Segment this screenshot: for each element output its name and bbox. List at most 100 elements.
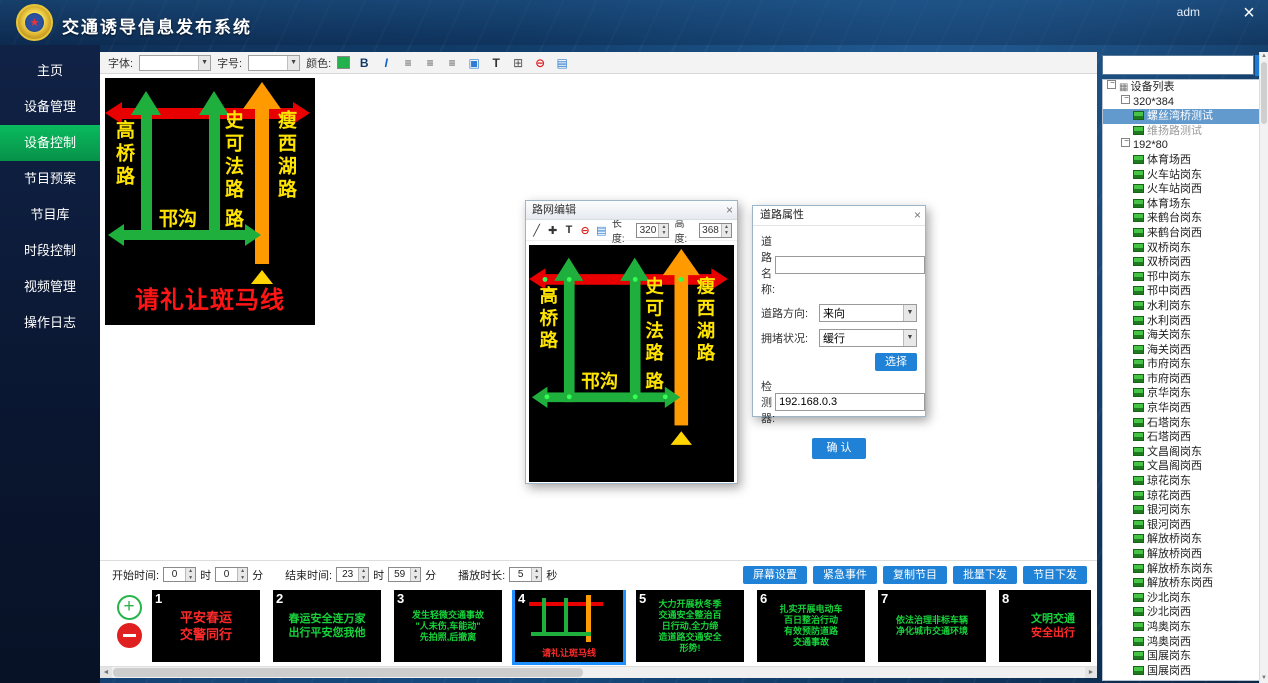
stepper-arrows[interactable]: ▲▼ xyxy=(237,568,247,581)
stepper-arrows[interactable]: ▲▼ xyxy=(358,568,368,581)
start-hour-stepper[interactable]: 0 ▲▼ xyxy=(163,567,196,582)
color-swatch[interactable] xyxy=(337,56,350,69)
device-item[interactable]: 来鹤台岗西 xyxy=(1103,226,1265,241)
device-item[interactable]: 体育场西 xyxy=(1103,153,1265,168)
horizontal-scrollbar[interactable]: ◄ ► xyxy=(100,666,1097,678)
stepper-arrows[interactable]: ▲▼ xyxy=(531,568,541,581)
device-item[interactable]: 解放桥岗西 xyxy=(1103,547,1265,562)
device-item[interactable]: 琼花岗东 xyxy=(1103,474,1265,489)
align-right-icon[interactable]: ≡ xyxy=(444,56,460,70)
device-item[interactable]: 沙北岗西 xyxy=(1103,605,1265,620)
device-item[interactable]: 石塔岗东 xyxy=(1103,416,1265,431)
road-network-canvas[interactable]: 高桥路 史可法路 瘦西湖路 邗沟 路 请礼让斑马线 xyxy=(529,245,734,482)
select-button[interactable]: 选择 xyxy=(875,353,917,371)
device-item[interactable]: 双桥岗西 xyxy=(1103,255,1265,270)
align-center-icon[interactable]: ≡ xyxy=(422,56,438,70)
stepper-arrows[interactable]: ▲▼ xyxy=(658,224,668,237)
detector-field[interactable] xyxy=(775,393,925,411)
device-item[interactable]: 市府岗西 xyxy=(1103,372,1265,387)
add-node-icon[interactable]: ✚ xyxy=(547,224,558,237)
device-item[interactable]: 市府岗东 xyxy=(1103,357,1265,372)
copy-program-button[interactable]: 复制节目 xyxy=(883,566,947,584)
congestion-select[interactable]: 缓行 ▼ xyxy=(819,329,917,347)
font-size-select[interactable]: ▼ xyxy=(248,55,300,71)
edit-handle[interactable] xyxy=(633,394,638,399)
device-item[interactable]: 京华岗西 xyxy=(1103,401,1265,416)
scroll-down-icon[interactable]: ▼ xyxy=(1260,674,1268,683)
tree-group-192x80[interactable]: 192*80 xyxy=(1103,138,1265,153)
edit-handle[interactable] xyxy=(633,277,638,282)
save-icon[interactable]: ▤ xyxy=(596,224,607,237)
delete-icon[interactable]: ⊖ xyxy=(580,224,591,237)
device-item[interactable]: 石塔岗西 xyxy=(1103,430,1265,445)
scroll-up-icon[interactable]: ▲ xyxy=(1260,52,1268,61)
sidebar-item-home[interactable]: 主页 xyxy=(0,53,100,89)
device-item[interactable]: 琼花岗西 xyxy=(1103,489,1265,504)
arrow-down-icon[interactable]: ▼ xyxy=(532,575,541,582)
confirm-button[interactable]: 确 认 xyxy=(812,438,865,459)
playlist-item-8[interactable]: 8 文明交通安全出行 xyxy=(999,590,1091,662)
device-item[interactable]: 银河岗东 xyxy=(1103,503,1265,518)
program-send-button[interactable]: 节目下发 xyxy=(1023,566,1087,584)
device-item[interactable]: 双桥岗东 xyxy=(1103,241,1265,256)
playlist-item-2[interactable]: 2 春运安全连万家 出行平安您我他 xyxy=(273,590,381,662)
search-input[interactable] xyxy=(1102,55,1254,75)
add-program-button[interactable]: + xyxy=(117,595,142,620)
sidebar-item-device-control[interactable]: 设备控制 xyxy=(0,125,100,161)
device-item[interactable]: 火车站岗东 xyxy=(1103,168,1265,183)
arrow-down-icon[interactable]: ▼ xyxy=(659,230,668,237)
align-left-icon[interactable]: ≡ xyxy=(400,56,416,70)
sidebar-item-operation-log[interactable]: 操作日志 xyxy=(0,305,100,341)
collapse-icon[interactable] xyxy=(1121,95,1130,104)
bold-icon[interactable]: B xyxy=(356,56,372,70)
sidebar-item-program-library[interactable]: 节目库 xyxy=(0,197,100,233)
logged-in-user[interactable]: adm xyxy=(1177,5,1200,19)
fit-screen-icon[interactable]: ⊞ xyxy=(510,56,526,70)
length-stepper[interactable]: 320 ▲▼ xyxy=(636,223,669,238)
device-item[interactable]: 文昌阁岗东 xyxy=(1103,445,1265,460)
sidebar-item-device-manage[interactable]: 设备管理 xyxy=(0,89,100,125)
device-item[interactable]: 邗中岗西 xyxy=(1103,284,1265,299)
close-icon[interactable]: × xyxy=(1238,2,1260,24)
scroll-right-icon[interactable]: ► xyxy=(1085,667,1097,678)
device-item[interactable]: 邗中岗东 xyxy=(1103,270,1265,285)
device-item[interactable]: 解放桥东岗东 xyxy=(1103,562,1265,577)
height-stepper[interactable]: 368 ▲▼ xyxy=(699,223,732,238)
arrow-down-icon[interactable]: ▼ xyxy=(411,575,420,582)
playlist-item-3[interactable]: 3 发生轻微交通事故 "人未伤,车能动" 先拍照,后撤离 xyxy=(394,590,502,662)
scroll-left-icon[interactable]: ◄ xyxy=(100,667,112,678)
device-item[interactable]: 沙北岗东 xyxy=(1103,591,1265,606)
device-item[interactable]: 京华岗东 xyxy=(1103,386,1265,401)
playlist-item-7[interactable]: 7 依法治理非标车辆 净化城市交通环境 xyxy=(878,590,986,662)
batch-send-button[interactable]: 批量下发 xyxy=(953,566,1017,584)
device-item[interactable]: 体育场东 xyxy=(1103,197,1265,212)
device-item[interactable]: 螺丝湾桥测试 xyxy=(1103,109,1265,124)
remove-program-button[interactable] xyxy=(117,623,142,648)
insert-text-icon[interactable]: T xyxy=(488,56,504,70)
start-minute-stepper[interactable]: 0 ▲▼ xyxy=(215,567,248,582)
screen-settings-button[interactable]: 屏幕设置 xyxy=(743,566,807,584)
road-name-field[interactable] xyxy=(775,256,925,274)
device-item[interactable]: 国展岗东 xyxy=(1103,649,1265,664)
arrow-down-icon[interactable]: ▼ xyxy=(186,575,195,582)
device-item[interactable]: 鸿奥岗东 xyxy=(1103,620,1265,635)
device-item[interactable]: 火车站岗西 xyxy=(1103,182,1265,197)
sidebar-item-time-control[interactable]: 时段控制 xyxy=(0,233,100,269)
edit-handle[interactable] xyxy=(678,277,683,282)
playlist-item-4-selected[interactable]: 4 请礼让斑马线 xyxy=(515,590,623,662)
save-icon[interactable]: ▤ xyxy=(554,56,570,70)
stop-icon[interactable]: ⊖ xyxy=(532,56,548,70)
arrow-down-icon[interactable]: ▼ xyxy=(359,575,368,582)
edit-handle[interactable] xyxy=(567,277,572,282)
device-item[interactable]: 银河岗西 xyxy=(1103,518,1265,533)
stepper-arrows[interactable]: ▲▼ xyxy=(410,568,420,581)
device-item[interactable]: 解放桥岗东 xyxy=(1103,532,1265,547)
playlist-item-6[interactable]: 6 扎实开展电动车 百日整治行动 有效预防道路 交通事故 xyxy=(757,590,865,662)
device-item[interactable]: 来鹤台岗东 xyxy=(1103,211,1265,226)
end-hour-stepper[interactable]: 23 ▲▼ xyxy=(336,567,369,582)
device-item[interactable]: 文昌阁岗西 xyxy=(1103,459,1265,474)
italic-icon[interactable]: I xyxy=(378,56,394,70)
device-item[interactable]: 解放桥东岗西 xyxy=(1103,576,1265,591)
collapse-icon[interactable] xyxy=(1121,138,1130,147)
edit-handle[interactable] xyxy=(567,394,572,399)
